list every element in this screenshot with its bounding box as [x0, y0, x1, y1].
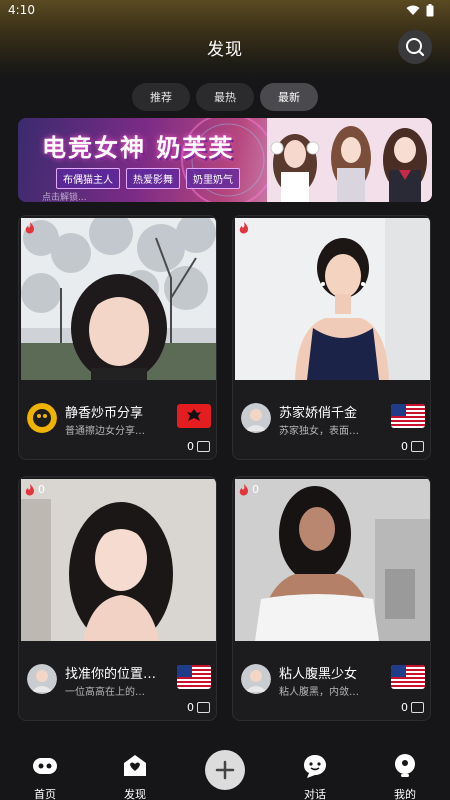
flame-icon	[239, 483, 248, 495]
character-description: 一位高高在上的…	[65, 687, 145, 698]
usa-flag-icon	[391, 665, 425, 689]
banner-tags: 布偶猫主人 热爱影舞 奶里奶气	[56, 168, 240, 189]
media-count-value: 0	[187, 440, 194, 453]
card-photo	[235, 479, 430, 641]
gallery-icon	[197, 441, 210, 452]
character-card[interactable]: 0 0 粘人腹黑少女 粘人腹黑，内敛…	[232, 476, 431, 721]
media-count-value: 0	[401, 440, 408, 453]
bottom-navigation: 首页 发现 对话 我的	[0, 740, 450, 800]
media-count: 0	[401, 701, 424, 714]
status-bar: 4:10	[0, 0, 450, 20]
nav-profile[interactable]: 我的	[365, 740, 445, 800]
tab-hottest[interactable]: 最热	[196, 83, 254, 111]
battery-icon	[426, 3, 434, 16]
popularity	[25, 222, 38, 234]
popularity: 0	[25, 483, 45, 496]
media-count-value: 0	[187, 701, 194, 714]
character-card[interactable]: 0 苏家娇俏千金 苏家独女，表面…	[232, 215, 431, 460]
popularity	[239, 222, 252, 234]
popularity-count: 0	[252, 483, 259, 496]
tab-recommended[interactable]: 推荐	[132, 83, 190, 111]
banner-subtitle: 点击解锁...	[42, 193, 87, 202]
flame-icon	[239, 222, 248, 234]
character-description: 普通擦边女分享…	[65, 426, 145, 437]
flame-icon	[25, 222, 34, 234]
nav-label: 首页	[34, 788, 56, 800]
feed-tabs: 推荐 最热 最新	[0, 83, 450, 111]
nav-label: 发现	[124, 788, 146, 800]
search-icon	[406, 38, 425, 57]
banner-title: 电竞女神 奶芙芙	[42, 134, 235, 162]
character-name: 粘人腹黑少女	[279, 667, 358, 682]
banner-tag: 奶里奶气	[186, 168, 240, 189]
card-photo	[21, 218, 216, 380]
gallery-icon	[411, 702, 424, 713]
discover-icon	[124, 755, 146, 776]
character-name: 静香炒币分享	[65, 406, 144, 421]
character-name: 找准你的位置…	[65, 667, 157, 682]
avatar	[241, 664, 271, 694]
tab-newest[interactable]: 最新	[260, 83, 318, 111]
media-count: 0	[187, 701, 210, 714]
media-count: 0	[401, 440, 424, 453]
card-info: 粘人腹黑少女 粘人腹黑，内敛…	[241, 661, 427, 701]
gallery-icon	[411, 441, 424, 452]
card-photo	[21, 479, 216, 641]
plus-icon	[215, 760, 235, 780]
nav-create[interactable]	[185, 740, 265, 790]
popularity-count: 0	[38, 483, 45, 496]
character-card[interactable]: 0 0 找准你的位置… 一位高高在上的…	[18, 476, 217, 721]
media-count: 0	[187, 440, 210, 453]
card-info: 找准你的位置… 一位高高在上的…	[27, 661, 213, 701]
nav-chat[interactable]: 对话	[275, 740, 355, 800]
character-description: 粘人腹黑，内敛…	[279, 687, 359, 698]
page-title: 发现	[207, 39, 243, 60]
profile-icon	[395, 754, 415, 777]
nav-home[interactable]: 首页	[5, 740, 85, 800]
wifi-icon	[406, 5, 420, 15]
avatar	[27, 664, 57, 694]
promo-banner[interactable]: 电竞女神 奶芙芙 布偶猫主人 热爱影舞 奶里奶气 点击解锁...	[18, 118, 432, 202]
media-count-value: 0	[401, 701, 408, 714]
title-bar: 发现	[0, 28, 450, 66]
nav-label: 我的	[394, 788, 416, 800]
card-info: 静香炒币分享 普通擦边女分享…	[27, 400, 213, 440]
character-name: 苏家娇俏千金	[279, 406, 358, 421]
flame-icon	[25, 483, 34, 495]
character-card[interactable]: 0 静香炒币分享 普通擦边女分享…	[18, 215, 217, 460]
chat-icon	[304, 755, 326, 778]
nav-discover[interactable]: 发现	[95, 740, 175, 800]
search-button[interactable]	[398, 30, 432, 64]
card-photo	[235, 218, 430, 380]
banner-tag: 布偶猫主人	[56, 168, 120, 189]
popularity: 0	[239, 483, 259, 496]
avatar	[27, 403, 57, 433]
banner-tag: 热爱影舞	[126, 168, 180, 189]
usa-flag-icon	[391, 404, 425, 428]
banner-models-image	[267, 118, 432, 202]
card-info: 苏家娇俏千金 苏家独女，表面…	[241, 400, 427, 440]
home-icon	[33, 758, 57, 774]
albania-flag-icon	[177, 404, 211, 428]
create-button[interactable]	[205, 750, 245, 790]
discover-page: 4:10 发现 推荐 最热 最新 电竞女神 奶芙芙 布偶猫主人 热爱影舞 奶里奶…	[0, 0, 450, 800]
gallery-icon	[197, 702, 210, 713]
nav-label: 对话	[304, 788, 326, 800]
usa-flag-icon	[177, 665, 211, 689]
avatar	[241, 403, 271, 433]
status-time: 4:10	[8, 3, 35, 17]
character-description: 苏家独女，表面…	[279, 426, 359, 437]
